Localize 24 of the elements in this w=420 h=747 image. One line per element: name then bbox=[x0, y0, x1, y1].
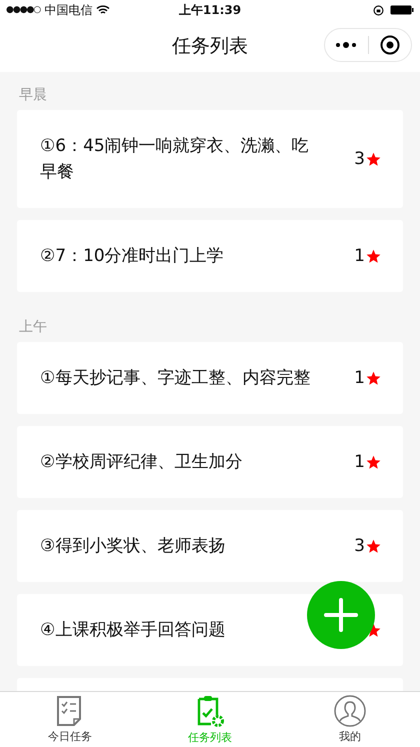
signal-dots: ●●●●○ bbox=[6, 5, 40, 15]
task-text: ④上课积极举手回答问题 bbox=[40, 619, 226, 642]
task-text: ①6：45闹钟一响就穿衣、洗濑、吃早餐 bbox=[40, 135, 310, 184]
star-count: 3 bbox=[354, 149, 365, 169]
task-text: ②7：10分准时出门上学 bbox=[40, 245, 225, 268]
task-card[interactable]: ②7：10分准时出门上学 1 bbox=[17, 220, 403, 292]
task-text: ②学校周评纪律、卫生加分 bbox=[40, 451, 244, 474]
star-count: 1 bbox=[354, 368, 365, 388]
clock-time: 上午11:39 bbox=[178, 2, 242, 16]
task-card[interactable]: ①每天抄记事、字迹工整、内容完整 1 bbox=[17, 342, 403, 414]
task-card[interactable]: ②学校周评纪律、卫生加分 1 bbox=[17, 426, 403, 498]
section-header: 上午 bbox=[19, 319, 47, 335]
task-text: ①每天抄记事、字迹工整、内容完整 bbox=[40, 367, 312, 390]
star-count: 1 bbox=[354, 246, 365, 266]
task-text: ③得到小奖状、老师表扬 bbox=[40, 535, 226, 558]
task-card[interactable]: ①6：45闹钟一响就穿衣、洗濑、吃早餐 3 bbox=[17, 110, 403, 208]
page-title: 任务列表 bbox=[172, 34, 248, 59]
star-count: 1 bbox=[354, 452, 365, 472]
task-card[interactable]: ③得到小奖状、老师表扬 3 bbox=[17, 510, 403, 582]
tab-item[interactable]: 我的 bbox=[280, 692, 420, 747]
star-count: 3 bbox=[354, 536, 365, 556]
carrier-name: 中国电信 bbox=[44, 2, 92, 18]
tab-item[interactable]: 今日任务 bbox=[0, 692, 140, 747]
section-header: 早晨 bbox=[19, 87, 47, 103]
